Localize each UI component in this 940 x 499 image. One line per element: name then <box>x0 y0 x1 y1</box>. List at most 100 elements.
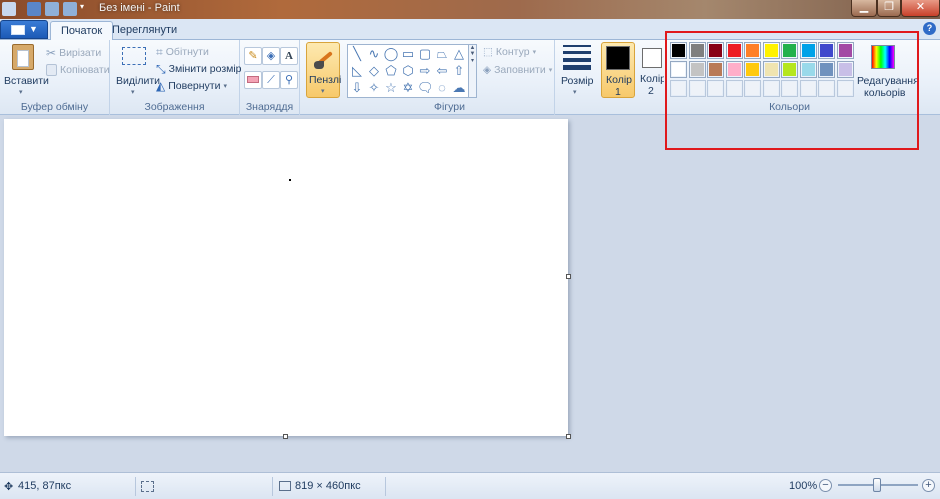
redo-icon[interactable] <box>63 2 77 16</box>
window-title: Без імені - Paint <box>99 2 180 14</box>
diamond-shape-icon[interactable]: ◇ <box>366 63 382 79</box>
color1-swatch <box>606 46 630 70</box>
cursor-position: 415, 87пкс <box>18 480 72 492</box>
canvas-resize-handle-corner[interactable] <box>566 434 571 439</box>
text-tool[interactable]: A <box>280 47 298 65</box>
hexagon-shape-icon[interactable]: ⬡ <box>400 63 416 79</box>
fill-icon: ◈ <box>483 64 492 76</box>
size-button[interactable]: Розмір ▾ <box>558 42 596 98</box>
polygon-shape-icon[interactable]: ⏢ <box>434 46 450 62</box>
zoom-in-button[interactable]: + <box>922 479 935 492</box>
chevron-down-icon: ▾ <box>573 89 577 96</box>
crop-icon: ⌗ <box>156 44 163 59</box>
color2-swatch <box>642 48 662 68</box>
oval-shape-icon[interactable]: ◯ <box>383 46 399 62</box>
paste-button[interactable]: Вставити ▾ <box>2 42 49 98</box>
outline-button[interactable]: ⬚ Контур ▾ <box>483 44 536 60</box>
canvas-resize-handle-bottom[interactable] <box>283 434 288 439</box>
workspace <box>0 115 940 472</box>
drawing-canvas[interactable] <box>4 119 568 436</box>
tools-group-label: Знаряддя <box>245 101 294 113</box>
zoom-out-button[interactable]: − <box>819 479 832 492</box>
color2-button[interactable]: Колір 2 <box>638 42 664 98</box>
pencil-icon: ✎ <box>248 50 258 62</box>
status-separator <box>385 477 386 496</box>
customize-quick-access-icon[interactable]: ▾ <box>80 2 89 16</box>
rounded-rectangle-shape-icon[interactable]: ▢ <box>417 46 433 62</box>
chevron-down-icon: ▾ <box>321 88 325 95</box>
right-arrow-shape-icon[interactable]: ⇨ <box>417 63 433 79</box>
resize-icon: ⤡ <box>156 61 166 76</box>
chevron-down-icon: ▾ <box>19 89 23 96</box>
help-icon[interactable]: ? <box>923 22 936 35</box>
select-button[interactable]: Виділити ▾ <box>113 42 160 98</box>
clipboard-group: Вставити ▾ ✂ Вирізати Копіювати Буфер об… <box>0 40 110 115</box>
pentagon-shape-icon[interactable]: ⬠ <box>383 63 399 79</box>
image-size: 819 × 460пкс <box>295 480 361 492</box>
clipboard-icon <box>12 44 34 70</box>
line-shape-icon[interactable]: ╲ <box>349 46 365 62</box>
crop-button[interactable]: ⌗ Обітнути <box>156 44 209 60</box>
triangle-shape-icon[interactable]: △ <box>451 46 467 62</box>
status-bar: ✥ 415, 87пкс 819 × 460пкс 100% − + <box>0 472 940 499</box>
rectangle-shape-icon[interactable]: ▭ <box>400 46 416 62</box>
undo-icon[interactable] <box>45 2 59 16</box>
down-arrow-shape-icon[interactable]: ⇩ <box>349 80 365 96</box>
scissors-icon: ✂ <box>46 46 57 60</box>
tab-view[interactable]: Переглянути <box>102 21 187 40</box>
resize-button[interactable]: ⤡ Змінити розмір <box>156 61 242 77</box>
pencil-tool[interactable]: ✎ <box>244 47 262 65</box>
canvas-dot <box>289 179 291 181</box>
paint-app-icon <box>2 2 16 16</box>
cut-button[interactable]: ✂ Вирізати <box>46 45 101 61</box>
eraser-icon <box>247 76 259 83</box>
close-button[interactable]: ✕ <box>901 0 940 17</box>
line-thickness-icon <box>563 45 591 70</box>
brushes-button[interactable]: Пензлі ▾ <box>306 42 341 98</box>
chevron-down-icon: ▾ <box>223 83 227 90</box>
zoom-slider-thumb[interactable] <box>873 478 881 492</box>
fill-button[interactable]: ◈ Заповнити ▾ <box>483 62 552 78</box>
four-point-star-shape-icon[interactable]: ✧ <box>366 80 382 96</box>
left-arrow-shape-icon[interactable]: ⇦ <box>434 63 450 79</box>
up-arrow-shape-icon[interactable]: ⇧ <box>451 63 467 79</box>
eyedropper-icon: ⟋ <box>267 74 275 86</box>
colors-highlight-box <box>665 31 919 150</box>
copy-button[interactable]: Копіювати <box>46 62 110 78</box>
oval-callout-shape-icon[interactable]: ◌ <box>434 80 450 96</box>
chevron-down-icon: ▾ <box>532 49 537 56</box>
status-separator <box>272 477 273 496</box>
zoom-level: 100% <box>789 480 818 492</box>
text-icon: A <box>285 50 293 62</box>
brush-icon <box>312 47 334 69</box>
rotate-icon: ◭ <box>156 79 166 93</box>
title-bar: ▾ Без імені - Paint ▁ ❐ ✕ <box>0 0 940 19</box>
shapes-gallery: ╲ ∿ ◯ ▭ ▢ ⏢ △ ◺ ◇ ⬠ ⬡ ⇨ ⇦ ⇧ ⇩ ✧ ☆ ✡ 🗨 ◌ … <box>347 44 469 98</box>
app-menu-button[interactable]: ▼ <box>0 20 48 39</box>
maximize-button[interactable]: ❐ <box>877 0 901 17</box>
cloud-callout-shape-icon[interactable]: ☁ <box>451 80 467 96</box>
curve-shape-icon[interactable]: ∿ <box>366 46 382 62</box>
brushes-group: Пензлі ▾ <box>300 40 345 115</box>
image-size-icon <box>279 481 291 491</box>
shapes-scroll[interactable]: ▲ ▼ ▾ <box>468 44 477 98</box>
minimize-button[interactable]: ▁ <box>851 0 877 17</box>
rotate-button[interactable]: ◭ Повернути ▾ <box>156 78 227 94</box>
canvas-resize-handle-right[interactable] <box>566 274 571 279</box>
five-point-star-shape-icon[interactable]: ☆ <box>383 80 399 96</box>
status-separator <box>135 477 136 496</box>
eraser-tool[interactable] <box>244 71 262 89</box>
magnifier-tool[interactable]: ⚲ <box>280 71 298 89</box>
clipboard-group-label: Буфер обміну <box>20 101 89 113</box>
document-icon <box>11 25 25 35</box>
fill-tool[interactable]: ◈ <box>262 47 280 65</box>
shapes-group-label: Фігури <box>434 101 465 113</box>
color1-button[interactable]: Колір 1 <box>601 42 635 98</box>
save-icon[interactable] <box>27 2 41 16</box>
right-triangle-shape-icon[interactable]: ◺ <box>349 63 365 79</box>
outline-icon: ⬚ <box>483 46 493 58</box>
chevron-down-icon: ▾ <box>548 67 553 74</box>
six-point-star-shape-icon[interactable]: ✡ <box>400 80 416 96</box>
color-picker-tool[interactable]: ⟋ <box>262 71 280 89</box>
rect-callout-shape-icon[interactable]: 🗨 <box>417 80 434 96</box>
